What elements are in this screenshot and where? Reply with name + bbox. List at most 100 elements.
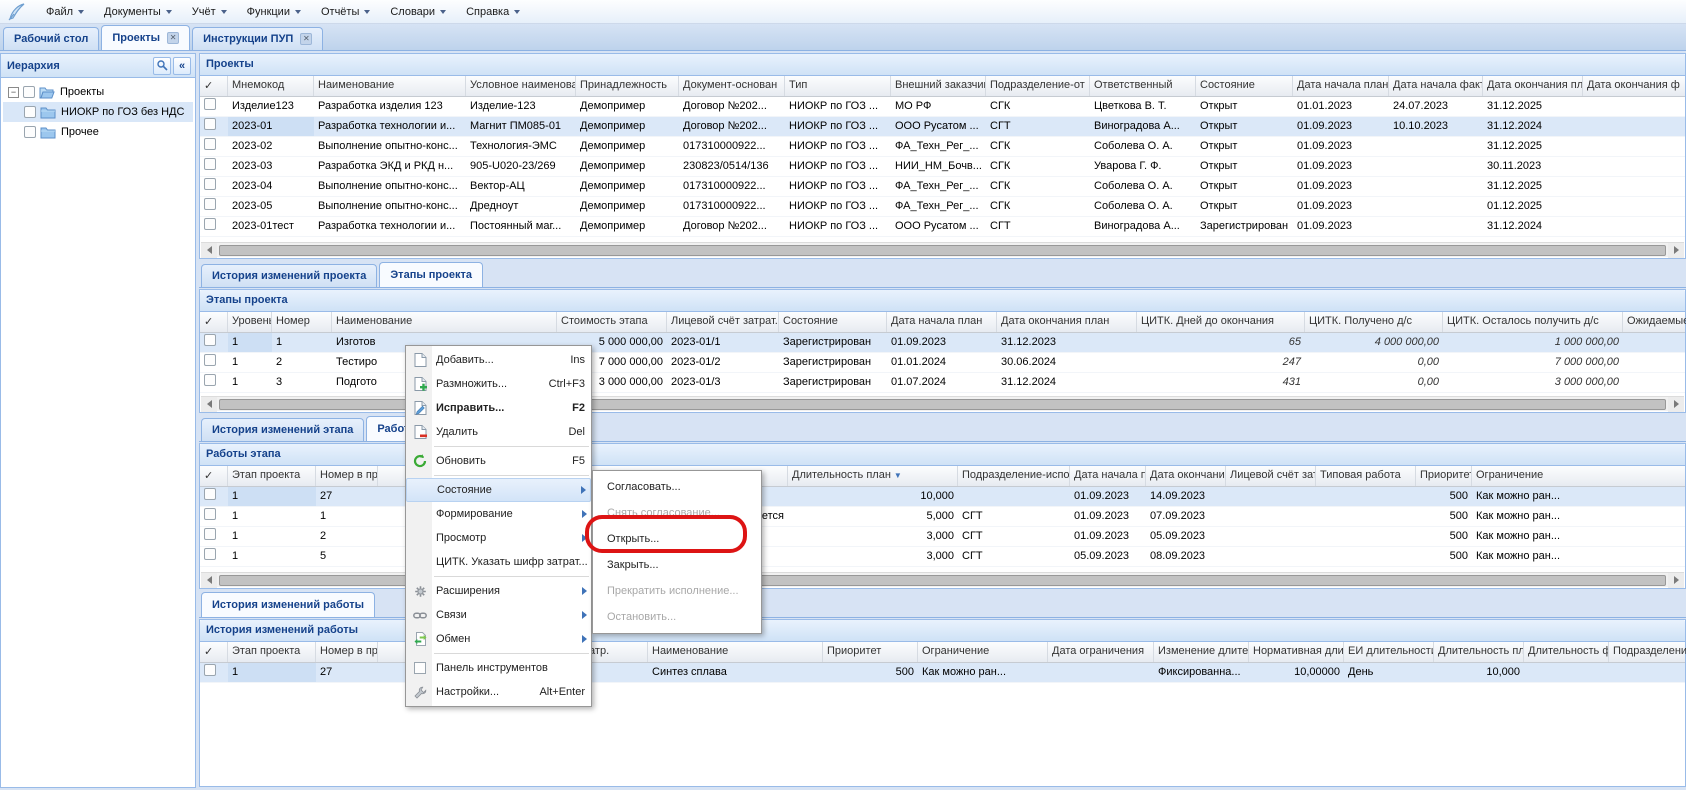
- column-header[interactable]: Условное наименова: [466, 76, 576, 96]
- menubar-item-5[interactable]: Отчёты: [311, 3, 380, 21]
- menubar-item-3[interactable]: Учёт: [182, 3, 237, 21]
- column-header[interactable]: Дата начала факт.: [1389, 76, 1483, 96]
- column-header[interactable]: Дата ограничения: [1048, 642, 1154, 662]
- column-header[interactable]: Ограничение: [1472, 466, 1686, 486]
- tree-node[interactable]: −Проекты: [3, 82, 193, 102]
- column-header[interactable]: Состояние: [779, 312, 887, 332]
- column-header[interactable]: Дата окончания план: [1146, 466, 1226, 486]
- column-header[interactable]: Лицевой счёт затр: [1226, 466, 1316, 486]
- column-header[interactable]: Приоритет: [1416, 466, 1472, 486]
- main-tab[interactable]: Рабочий стол: [3, 27, 99, 50]
- row-checkbox[interactable]: [204, 664, 216, 676]
- tree-search-button[interactable]: [153, 57, 171, 75]
- select-all-column-header[interactable]: ✓: [200, 642, 228, 662]
- select-all-column-header[interactable]: ✓: [200, 312, 228, 332]
- scroll-left-button[interactable]: [201, 573, 217, 588]
- context-menu-item[interactable]: Формирование: [406, 502, 591, 526]
- row-checkbox[interactable]: [204, 334, 216, 346]
- column-header[interactable]: Ответственный: [1090, 76, 1196, 96]
- context-menu-item[interactable]: Состояние: [406, 478, 591, 502]
- row-checkbox[interactable]: [204, 548, 216, 560]
- context-menu-item[interactable]: Размножить...Ctrl+F3: [406, 372, 591, 396]
- tab-close-icon[interactable]: ✕: [167, 32, 179, 44]
- sort-arrow-icon[interactable]: ▼: [894, 471, 902, 480]
- column-header[interactable]: Стоимость этапа: [557, 312, 667, 332]
- collapse-panel-button[interactable]: «: [173, 57, 191, 75]
- main-tab[interactable]: Инструкции ПУП✕: [192, 27, 323, 50]
- column-header[interactable]: ЦИТК. Осталось получить д/с: [1443, 312, 1623, 332]
- column-header[interactable]: Принадлежность: [576, 76, 679, 96]
- column-header[interactable]: Этап проекта: [228, 642, 316, 662]
- column-header[interactable]: Приоритет: [823, 642, 918, 662]
- context-menu-item[interactable]: Связи: [406, 603, 591, 627]
- horizontal-scrollbar[interactable]: [201, 242, 1684, 257]
- scroll-left-button[interactable]: [201, 243, 217, 258]
- detail-tab[interactable]: Этапы проекта: [379, 262, 483, 287]
- table-row[interactable]: 2023-03Разработка ЭКД и РКД н...905-U020…: [200, 157, 1685, 177]
- scroll-right-button[interactable]: [1668, 243, 1684, 258]
- tree-checkbox[interactable]: [24, 126, 36, 138]
- submenu-item-open[interactable]: Открыть...: [593, 526, 761, 552]
- menubar-item-1[interactable]: Файл: [36, 3, 94, 21]
- column-header[interactable]: Подразделение-исполнитель..: [958, 466, 1070, 486]
- row-checkbox[interactable]: [204, 158, 216, 170]
- column-header[interactable]: Подразделение-ис: [1609, 642, 1686, 662]
- menubar-item-7[interactable]: Справка: [456, 3, 530, 21]
- context-menu-item[interactable]: ОбновитьF5: [406, 449, 591, 473]
- column-header[interactable]: Состояние: [1196, 76, 1293, 96]
- column-header[interactable]: Дата окончания план: [997, 312, 1137, 332]
- main-tab[interactable]: Проекты✕: [101, 25, 190, 50]
- menubar-item-4[interactable]: Функции: [237, 3, 311, 21]
- row-checkbox[interactable]: [204, 98, 216, 110]
- context-menu-item[interactable]: Настройки...Alt+Enter: [406, 680, 591, 704]
- column-header[interactable]: Внешний заказчик: [891, 76, 986, 96]
- detail-tab[interactable]: История изменений проекта: [201, 264, 377, 287]
- tree-checkbox[interactable]: [23, 86, 35, 98]
- tree-expander-icon[interactable]: −: [8, 87, 19, 98]
- context-menu-item[interactable]: Обмен: [406, 627, 591, 651]
- detail-tab[interactable]: История изменений этапа: [201, 418, 364, 441]
- tree-node[interactable]: Прочее: [3, 122, 193, 142]
- row-checkbox[interactable]: [204, 138, 216, 150]
- column-header[interactable]: Длительность план▼: [788, 466, 958, 486]
- scroll-right-button[interactable]: [1668, 397, 1684, 412]
- context-menu-item[interactable]: Просмотр: [406, 526, 591, 550]
- column-header[interactable]: Этап проекта: [228, 466, 316, 486]
- table-row[interactable]: 2023-05Выполнение опытно-конс...Дредноут…: [200, 197, 1685, 217]
- column-header[interactable]: Длительность фак: [1524, 642, 1609, 662]
- row-checkbox[interactable]: [204, 178, 216, 190]
- column-header[interactable]: Ожидаемые р: [1623, 312, 1686, 332]
- column-header[interactable]: Номер в прое: [316, 466, 378, 486]
- scroll-right-button[interactable]: [1668, 573, 1684, 588]
- column-header[interactable]: Нормативная длит: [1249, 642, 1344, 662]
- column-header[interactable]: Подразделение-от: [986, 76, 1090, 96]
- column-header[interactable]: Лицевой счёт затрат.: [667, 312, 779, 332]
- column-header[interactable]: ЦИТК. Дней до окончания: [1137, 312, 1305, 332]
- column-header[interactable]: Наименование: [314, 76, 466, 96]
- column-header[interactable]: Дата начала план: [887, 312, 997, 332]
- scrollbar-thumb[interactable]: [219, 245, 1666, 256]
- table-row[interactable]: 2023-01тестРазработка технологии и...Пос…: [200, 217, 1685, 237]
- column-header[interactable]: Типовая работа: [1316, 466, 1416, 486]
- column-header[interactable]: Длительность пла: [1434, 642, 1524, 662]
- scroll-left-button[interactable]: [201, 397, 217, 412]
- column-header[interactable]: ЕИ длительности: [1344, 642, 1434, 662]
- detail-tab[interactable]: История изменений работы: [201, 592, 375, 617]
- row-checkbox[interactable]: [204, 508, 216, 520]
- column-header[interactable]: Документ-основан: [679, 76, 785, 96]
- column-header[interactable]: Дата окончания пл: [1483, 76, 1583, 96]
- column-header[interactable]: Мнемокод: [228, 76, 314, 96]
- column-header[interactable]: Изменение длител.: [1154, 642, 1249, 662]
- row-checkbox[interactable]: [204, 488, 216, 500]
- column-header[interactable]: Тип: [785, 76, 891, 96]
- select-all-column-header[interactable]: ✓: [200, 76, 228, 96]
- row-checkbox[interactable]: [204, 528, 216, 540]
- table-row[interactable]: 2023-02Выполнение опытно-конс...Технолог…: [200, 137, 1685, 157]
- tab-close-icon[interactable]: ✕: [300, 33, 312, 45]
- submenu-item[interactable]: Согласовать...: [593, 474, 761, 500]
- column-header[interactable]: Ограничение: [918, 642, 1048, 662]
- column-header[interactable]: Номер в пр: [316, 642, 378, 662]
- column-header[interactable]: Наименование: [648, 642, 823, 662]
- table-row[interactable]: Изделие123Разработка изделия 123Изделие-…: [200, 97, 1685, 117]
- context-menu-item[interactable]: УдалитьDel: [406, 420, 591, 444]
